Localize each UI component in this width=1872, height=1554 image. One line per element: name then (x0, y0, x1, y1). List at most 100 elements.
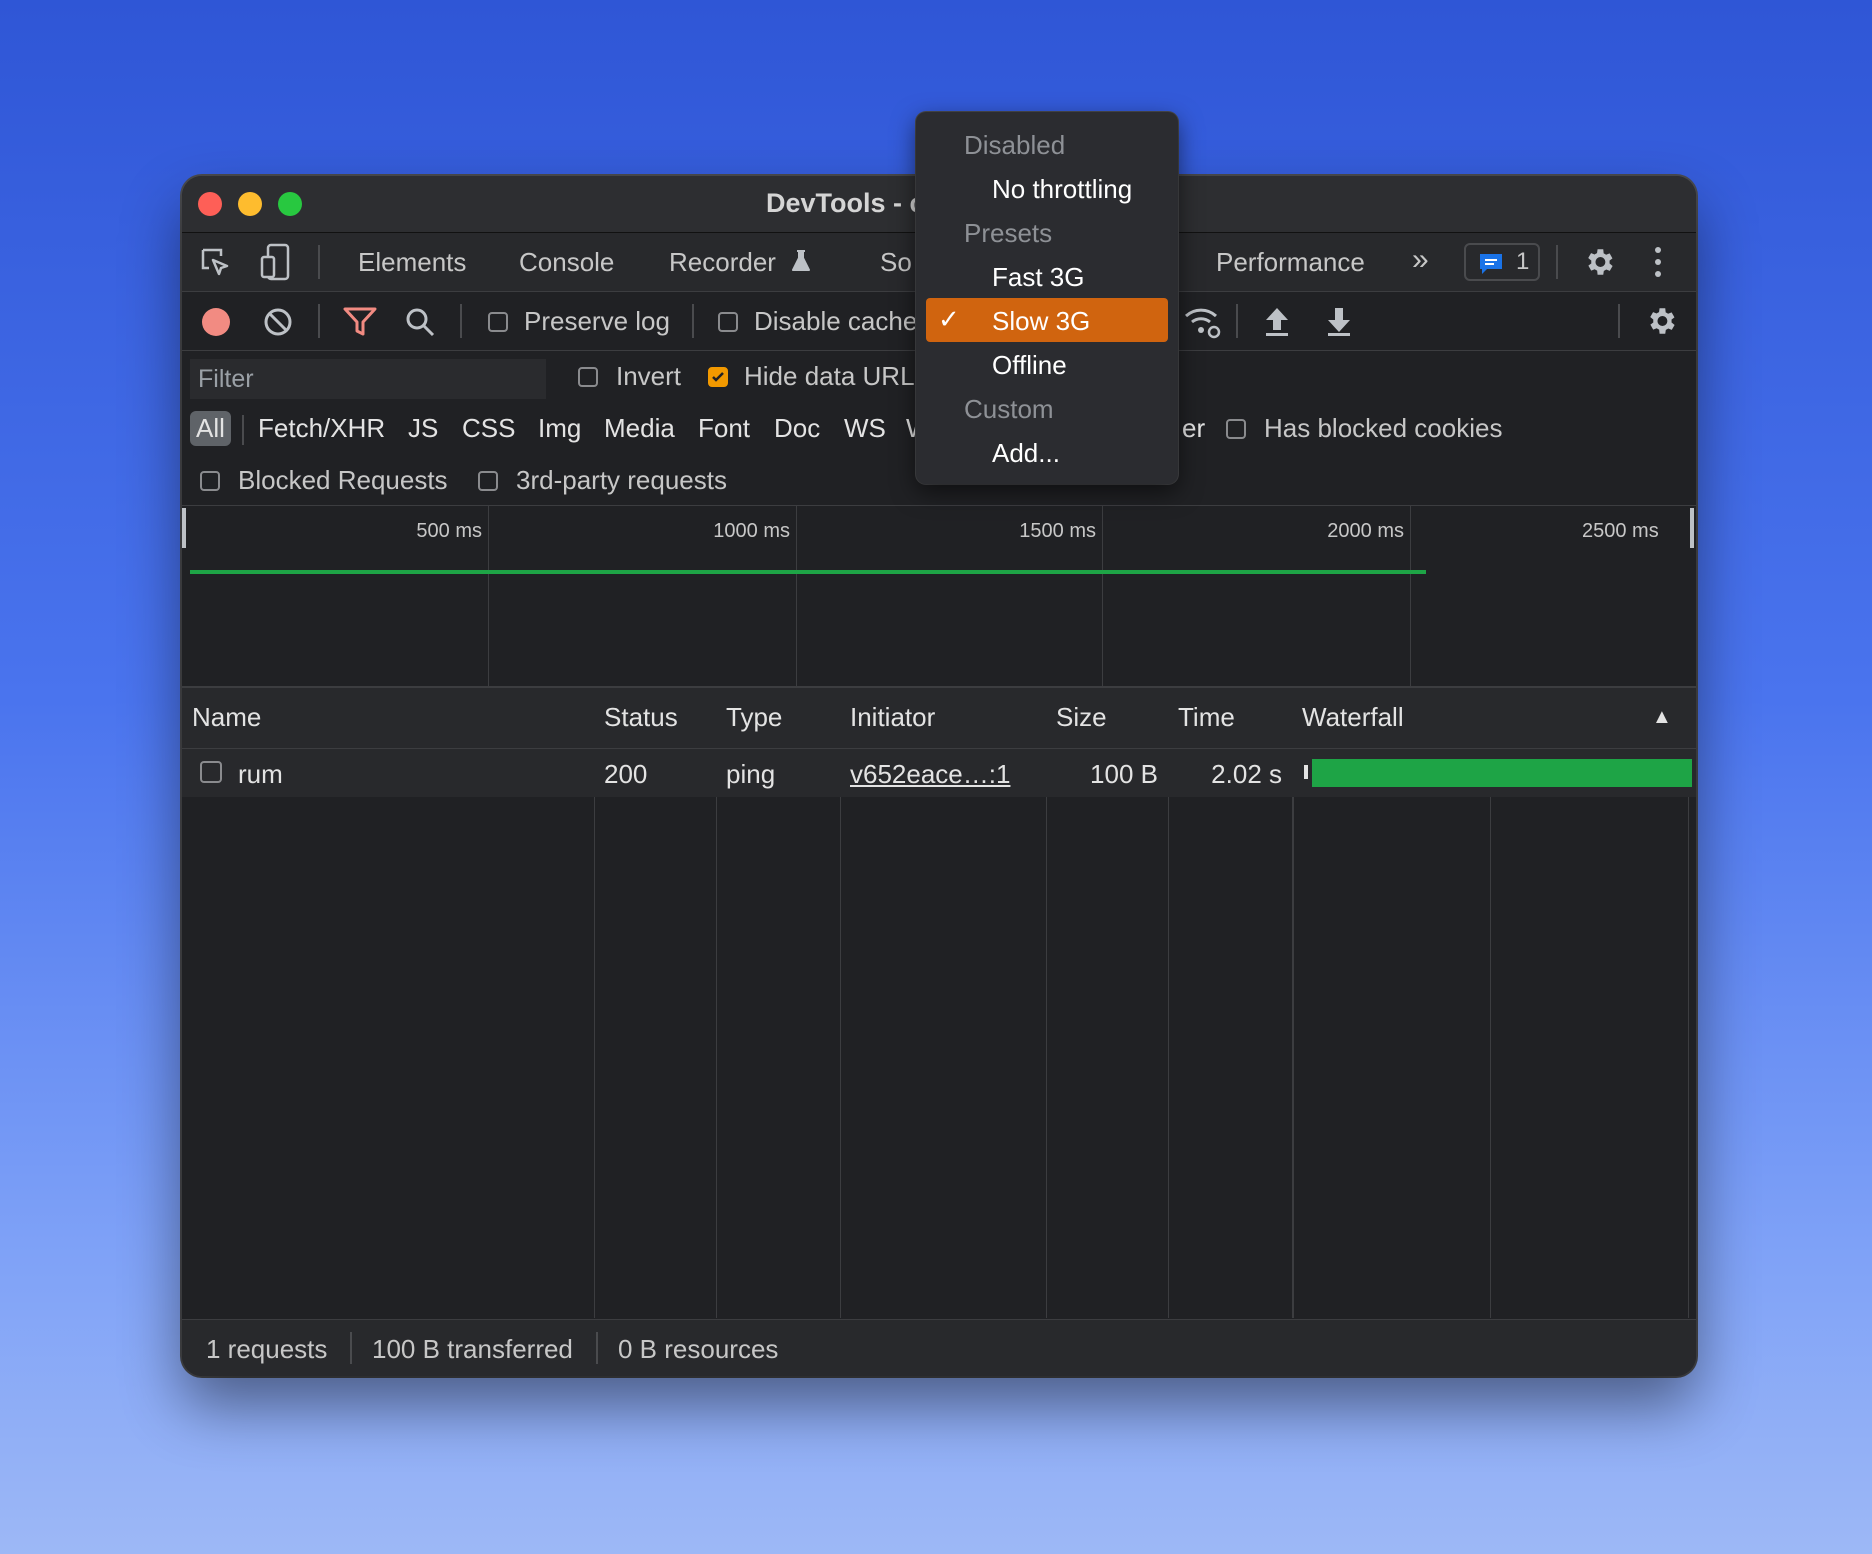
menu-header-text: Presets (964, 218, 1053, 248)
download-icon[interactable] (1324, 304, 1354, 338)
minimize-window-button[interactable] (238, 192, 262, 216)
table-row[interactable]: rum 200 ping v652eace…:1 100 B 2.02 s (182, 749, 1696, 797)
menu-item-label: Slow 3G (992, 306, 1091, 336)
disable-cache-checkbox[interactable] (718, 312, 738, 332)
issues-badge[interactable]: 1 (1464, 243, 1540, 281)
window-title: DevTools - c (766, 188, 925, 218)
row-select-checkbox[interactable] (200, 761, 222, 783)
column-header-time[interactable]: Time (1178, 702, 1235, 733)
type-filter-media[interactable]: Media (604, 413, 675, 444)
close-window-button[interactable] (198, 192, 222, 216)
type-filter-fetch-xhr[interactable]: Fetch/XHR (258, 413, 385, 444)
resources-size: 0 B resources (618, 1334, 779, 1364)
type-filter-other[interactable]: er (1182, 413, 1205, 444)
menu-item-add-custom[interactable]: Add... (916, 430, 1178, 474)
column-header-initiator[interactable]: Initiator (850, 702, 935, 733)
menu-section-header-custom: Custom (916, 386, 1178, 430)
filter-input[interactable] (190, 359, 546, 399)
preserve-log-checkbox[interactable] (488, 312, 508, 332)
menu-header-text: Custom (964, 394, 1054, 424)
zoom-window-button[interactable] (278, 192, 302, 216)
tick-line (796, 506, 797, 686)
third-party-checkbox[interactable] (478, 471, 498, 491)
inspect-element-icon[interactable] (200, 247, 232, 279)
menu-section-header-disabled: Disabled (916, 122, 1178, 166)
clear-icon[interactable] (262, 306, 294, 338)
type-filter-font[interactable]: Font (698, 413, 750, 444)
request-initiator-link[interactable]: v652eace…:1 (850, 759, 1010, 790)
overview-request-bar (190, 570, 1426, 574)
tick-line (1410, 506, 1411, 686)
request-size: 100 B (1090, 759, 1158, 789)
tick-label: 2000 ms (1327, 520, 1404, 542)
tabs-separator (1556, 245, 1558, 279)
column-header-size[interactable]: Size (1056, 702, 1107, 733)
column-header-name[interactable]: Name (192, 702, 261, 733)
network-settings-gear-icon[interactable] (1644, 304, 1678, 338)
tab-elements[interactable]: Elements (358, 247, 466, 278)
toolbar-separator (692, 304, 694, 338)
toolbar-separator (1618, 304, 1620, 338)
column-header-type[interactable]: Type (726, 702, 782, 733)
toolbar-separator (460, 304, 462, 338)
invert-checkbox[interactable] (578, 367, 598, 387)
tab-console[interactable]: Console (519, 247, 614, 278)
type-separator (242, 415, 244, 445)
requests-table: Name Status Type Initiator Size Time Wat… (182, 688, 1696, 1318)
menu-item-no-throttling[interactable]: No throttling (916, 166, 1178, 210)
tick-label: 1000 ms (713, 520, 790, 542)
blocked-requests-checkbox[interactable] (200, 471, 220, 491)
type-filter-css[interactable]: CSS (462, 413, 515, 444)
upload-icon[interactable] (1262, 304, 1292, 338)
sort-ascending-icon[interactable]: ▲ (1652, 706, 1672, 729)
third-party-label: 3rd-party requests (516, 465, 727, 495)
requests-count: 1 requests (206, 1334, 328, 1364)
column-header-waterfall[interactable]: Waterfall (1302, 702, 1404, 733)
type-filter-doc[interactable]: Doc (774, 413, 820, 444)
hide-data-urls-label: Hide data URL (744, 361, 915, 391)
more-tabs-chevron-icon[interactable]: » (1412, 243, 1429, 277)
type-filter-js[interactable]: JS (408, 413, 438, 444)
invert-label: Invert (616, 361, 682, 391)
tab-recorder[interactable]: Recorder (669, 247, 776, 278)
menu-item-slow-3g[interactable]: ✓ Slow 3G (916, 298, 1178, 342)
search-icon[interactable] (404, 306, 436, 338)
status-separator (350, 1332, 352, 1364)
issues-count: 1 (1516, 248, 1530, 275)
tick-label: 2500 ms (1582, 520, 1659, 542)
toolbar-separator (318, 304, 320, 338)
overview-right-handle[interactable] (1690, 508, 1694, 548)
transferred-size: 100 B transferred (372, 1334, 573, 1364)
menu-section-header-presets: Presets (916, 210, 1178, 254)
type-filter-ws[interactable]: WS (844, 413, 886, 444)
request-status: 200 (604, 759, 648, 789)
tick-line (488, 506, 489, 686)
status-separator (596, 1332, 598, 1364)
tabs-separator (318, 245, 320, 279)
tab-sources[interactable]: So (880, 247, 912, 278)
menu-item-offline[interactable]: Offline (916, 342, 1178, 386)
preserve-log-label: Preserve log (524, 306, 670, 336)
has-blocked-cookies-checkbox[interactable] (1226, 419, 1246, 439)
waterfall-wait-bar (1304, 765, 1308, 779)
type-filter-all[interactable]: All (190, 411, 231, 446)
filter-icon[interactable] (342, 306, 378, 338)
overview-timeline[interactable]: 500 ms 1000 ms 1500 ms 2000 ms 2500 ms (182, 506, 1696, 688)
menu-item-fast-3g[interactable]: Fast 3G (916, 254, 1178, 298)
tick-label: 500 ms (416, 520, 482, 542)
more-options-icon[interactable] (1652, 245, 1664, 279)
menu-item-label: Fast 3G (992, 262, 1085, 292)
type-filter-img[interactable]: Img (538, 413, 581, 444)
blocked-requests-label: Blocked Requests (238, 465, 448, 495)
network-conditions-icon[interactable] (1182, 304, 1222, 340)
device-toolbar-icon[interactable] (260, 243, 292, 281)
tab-performance[interactable]: Performance (1216, 247, 1365, 278)
hide-data-urls-checkbox[interactable] (708, 367, 728, 387)
request-name: rum (238, 759, 283, 789)
column-header-status[interactable]: Status (604, 702, 678, 733)
menu-item-label: No throttling (992, 174, 1133, 204)
gear-icon[interactable] (1582, 245, 1616, 279)
overview-left-handle[interactable] (182, 508, 186, 548)
table-header: Name Status Type Initiator Size Time Wat… (182, 688, 1696, 749)
record-icon[interactable] (200, 306, 232, 338)
